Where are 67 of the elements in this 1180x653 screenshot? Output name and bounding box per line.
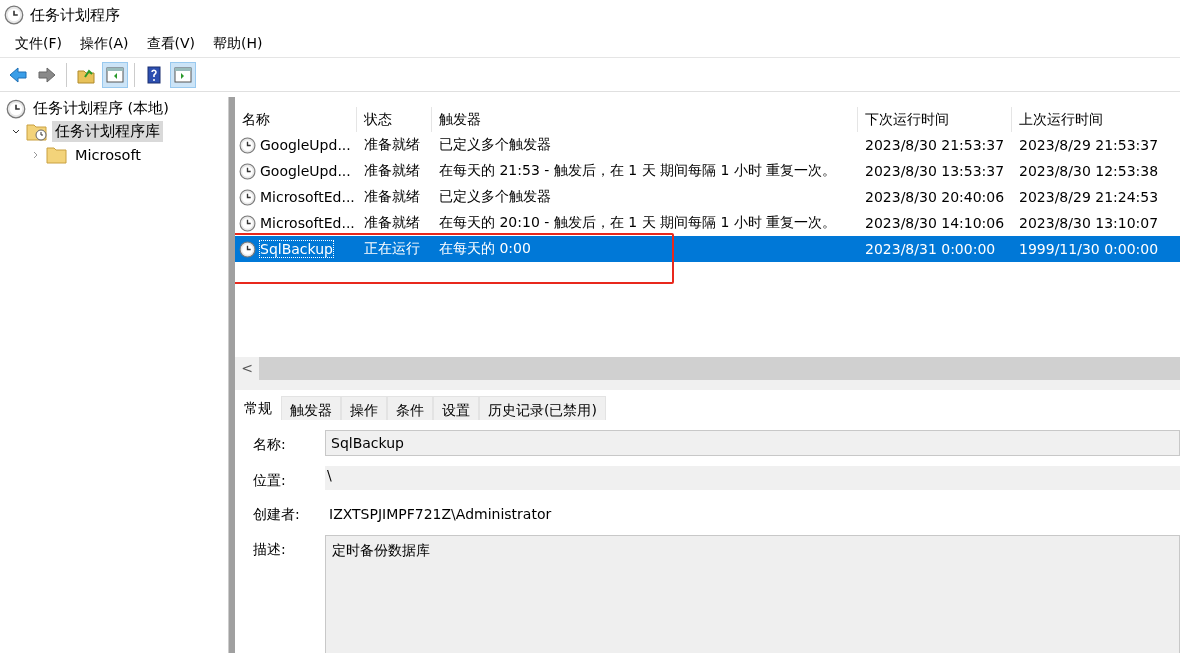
field-label: 创建者: [253, 505, 301, 524]
location-field[interactable]: \ [325, 466, 1180, 490]
column-header[interactable]: 触发器 [432, 107, 858, 132]
clock-icon [239, 240, 256, 258]
tab[interactable]: 设置 [433, 396, 479, 420]
table-cell: 准备就绪 [364, 136, 420, 154]
app-clock-icon [4, 5, 24, 25]
table-cell: 2023/8/29 21:53:37 [1019, 137, 1159, 153]
table-row[interactable]: MicrosoftEd... 准备就绪 已定义多个触发器 2023/8/30 20:40:06 2023/8/29 21:24:53 [235, 184, 1180, 210]
table-cell: GoogleUpd... [260, 137, 351, 153]
table-cell: 2023/8/30 21:53:37 [865, 137, 1005, 153]
tree-item[interactable]: 任务计划程序 (本地) [30, 98, 172, 119]
table-cell: 2023/8/30 12:53:38 [1019, 163, 1159, 179]
field-label: 描述: [253, 540, 287, 559]
tab[interactable]: 历史记录(已禁用) [479, 396, 606, 420]
scroll-left-button[interactable]: < [235, 357, 259, 380]
tab[interactable]: 触发器 [281, 396, 341, 420]
clock-icon [239, 136, 256, 154]
window-title: 任务计划程序 [30, 5, 120, 25]
table-cell: GoogleUpd... [260, 163, 351, 179]
pane-left-icon[interactable] [102, 61, 128, 88]
table-cell: 在每天的 20:10 - 触发后，在 1 天 期间每隔 1 小时 重复一次。 [439, 214, 837, 232]
table-cell: 2023/8/31 0:00:00 [865, 241, 996, 257]
tree-item[interactable]: Microsoft [72, 145, 144, 164]
table-row[interactable]: SqlBackup 正在运行 在每天的 0:00 2023/8/31 0:00:00 1999/11/30 0:00:00 [235, 236, 1180, 262]
menu-item[interactable]: 文件(F) [6, 34, 71, 53]
table-cell: 准备就绪 [364, 162, 420, 180]
description-field[interactable]: 定时备份数据库 [325, 535, 1180, 653]
table-cell: 准备就绪 [364, 214, 420, 232]
clock-icon [239, 214, 256, 232]
table-cell: 2023/8/30 13:10:07 [1019, 215, 1159, 231]
clock-folder-icon [26, 121, 48, 142]
tree-item[interactable]: 任务计划程序库 [52, 121, 163, 142]
table-cell: SqlBackup [260, 241, 333, 257]
menu-item[interactable]: 查看(V) [137, 34, 204, 53]
table-cell: 已定义多个触发器 [439, 136, 551, 154]
table-cell: 2023/8/30 14:10:06 [865, 215, 1005, 231]
table-row[interactable]: GoogleUpd... 准备就绪 在每天的 21:53 - 触发后，在 1 天 期间每隔 1 小时 重复一次。 2023/8/30 13:53:37 2023/8/30 12:53:38 [235, 158, 1180, 184]
author-text: IZXTSPJIMPF721Z\Administrator [328, 505, 553, 524]
field-label: 位置: [253, 471, 287, 490]
column-header[interactable]: 状态 [357, 107, 432, 132]
clock-icon [239, 162, 256, 180]
table-row[interactable]: MicrosoftEd... 准备就绪 在每天的 20:10 - 触发后，在 1 天 期间每隔 1 小时 重复一次。 2023/8/30 14:10:06 2023/8/30 13:10:07 [235, 210, 1180, 236]
column-header[interactable]: 名称 [235, 107, 357, 132]
table-row[interactable]: GoogleUpd... 准备就绪 已定义多个触发器 2023/8/30 21:53:37 2023/8/29 21:53:37 [235, 132, 1180, 158]
table-cell: 2023/8/30 20:40:06 [865, 189, 1005, 205]
table-cell: 2023/8/29 21:24:53 [1019, 189, 1159, 205]
column-header[interactable]: 上次运行时间 [1012, 107, 1180, 132]
table-cell: 准备就绪 [364, 188, 420, 206]
table-cell: MicrosoftEd... [260, 189, 355, 205]
menu-item[interactable]: 操作(A) [71, 34, 138, 53]
menu-item[interactable]: 帮助(H) [204, 34, 272, 53]
table-cell: 在每天的 21:53 - 触发后，在 1 天 期间每隔 1 小时 重复一次。 [439, 162, 837, 180]
table-cell: 正在运行 [364, 240, 420, 258]
table-cell: 在每天的 0:00 [439, 240, 531, 258]
table-cell: 已定义多个触发器 [439, 188, 551, 206]
table-cell: 1999/11/30 0:00:00 [1019, 241, 1159, 257]
table-cell: MicrosoftEd... [260, 215, 355, 231]
column-header[interactable]: 下次运行时间 [858, 107, 1012, 132]
clock-icon [239, 188, 256, 206]
clock-icon [6, 98, 26, 119]
name-field[interactable]: SqlBackup [325, 430, 1180, 456]
tab[interactable]: 条件 [387, 396, 433, 420]
folder-icon [46, 144, 68, 165]
tab[interactable]: 操作 [341, 396, 387, 420]
field-label: 名称: [253, 435, 287, 454]
table-cell: 2023/8/30 13:53:37 [865, 163, 1005, 179]
